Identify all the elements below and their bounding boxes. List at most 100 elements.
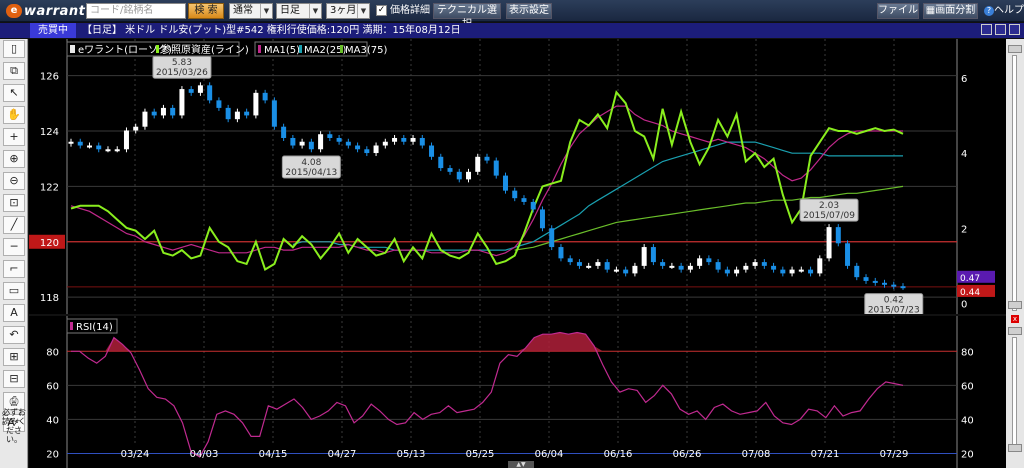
candle-body <box>549 228 555 248</box>
rsi-left-tick-label: 20 <box>46 449 59 460</box>
notice-link[interactable]: ⚠ 必ずお読みください。 <box>2 399 26 444</box>
annotation-date: 2015/07/09 <box>803 211 855 221</box>
expand-handle-icon[interactable]: ▲▼ <box>508 461 534 468</box>
annotation-value: 4.08 <box>301 158 321 168</box>
zoom-out-icon[interactable]: ⊖ <box>3 172 25 190</box>
candle-body <box>687 265 693 270</box>
close-panel-icon[interactable]: x <box>1011 315 1019 323</box>
candle-body <box>567 258 573 263</box>
range-select[interactable]: 3ヶ月 ▼ <box>326 3 370 19</box>
rsi-scroll-track[interactable] <box>1012 337 1017 449</box>
notice-text: 必ずお読みください。 <box>2 408 26 444</box>
excel-export-icon[interactable]: ⊞ <box>3 348 25 366</box>
x-tick-label: 03/24 <box>121 449 150 460</box>
undo-icon[interactable]: ↶ <box>3 326 25 344</box>
candle-body <box>410 137 416 142</box>
candle-body <box>170 107 176 116</box>
code-search-input[interactable]: コード/銘柄名 <box>86 3 186 19</box>
candle-body <box>872 280 878 283</box>
right-tick-label: 4 <box>961 149 967 160</box>
candle-body <box>650 247 656 263</box>
file-button[interactable]: ファイル <box>877 3 919 19</box>
rsi-right-tick-label: 60 <box>961 381 974 392</box>
zoom-fit-icon[interactable]: ⊡ <box>3 194 25 212</box>
candle-body <box>900 286 906 289</box>
crosshair-tool-icon[interactable]: + <box>3 128 25 146</box>
check-icon: ✓ <box>377 5 386 15</box>
status-badge: 売買中 <box>30 23 76 38</box>
mode-select[interactable]: 通常 ▼ <box>229 3 273 19</box>
technical-select-button[interactable]: テクニカル選択 <box>433 3 501 30</box>
candle-body <box>817 258 823 274</box>
candle-body <box>207 85 213 101</box>
candle-body <box>160 107 166 116</box>
candle-body <box>123 130 129 150</box>
candle-body <box>678 265 684 270</box>
fibonacci-icon[interactable]: ⌐ <box>3 260 25 278</box>
candle-body <box>318 134 324 150</box>
x-tick-label: 06/04 <box>535 449 564 460</box>
hand-tool-icon[interactable]: ✋ <box>3 106 25 124</box>
price-detail-checkbox[interactable]: ✓ <box>376 5 387 16</box>
ref-current-value: 0.47 <box>960 274 980 284</box>
price-chart[interactable]: 5.832015/03/264.082015/04/132.032015/07/… <box>29 39 1006 314</box>
right-tick-label: 6 <box>961 74 967 85</box>
top-toolbar: e warrant コード/銘柄名 検 索 通常 ▼ 日足 ▼ 3ヶ月 ▼ ✓ … <box>0 0 1024 30</box>
left-tick-label: 122 <box>40 182 59 193</box>
chevron-down-icon: ▼ <box>260 4 272 18</box>
csv-export-icon[interactable]: ⊟ <box>3 370 25 388</box>
x-tick-label: 06/26 <box>673 449 702 460</box>
display-settings-button[interactable]: 表示設定 <box>506 3 552 19</box>
candle-body <box>798 269 804 272</box>
rsi-chart[interactable]: 03/24 04/03 04/15 04/27 05/13 05/25 06/04 06/16… <box>29 316 1006 468</box>
candle-body <box>586 265 592 268</box>
horizontal-line-icon[interactable]: ─ <box>3 238 25 256</box>
rectangle-tool-icon[interactable]: ▭ <box>3 282 25 300</box>
rsi-right-tick-label: 40 <box>961 415 974 426</box>
candle-body <box>669 265 675 268</box>
scroll-top-handle[interactable] <box>1008 45 1022 53</box>
candle-body <box>530 201 536 210</box>
candle-body <box>114 149 120 152</box>
minimize-icon[interactable] <box>995 24 1006 35</box>
candle-body <box>401 137 407 142</box>
rsi-left-tick-label: 80 <box>46 347 59 358</box>
rsi-chart-background <box>29 316 1006 468</box>
x-tick-label: 07/08 <box>742 449 771 460</box>
pointer-tool-icon[interactable]: ↖ <box>3 84 25 102</box>
copy-icon[interactable]: ⧉ <box>3 62 25 80</box>
candle-body <box>308 141 314 150</box>
candle-body <box>86 145 92 148</box>
candle-body <box>216 100 222 108</box>
rsi-scroll-bottom-handle[interactable] <box>1008 444 1022 452</box>
rsi-scroll-top-handle[interactable] <box>1008 327 1022 335</box>
price-scroll-track[interactable] <box>1012 55 1017 311</box>
close-icon[interactable] <box>1009 24 1020 35</box>
period-select[interactable]: 日足 ▼ <box>276 3 322 19</box>
x-tick-label: 07/29 <box>880 449 909 460</box>
new-document-icon[interactable]: ▯ <box>3 40 25 58</box>
help-link[interactable]: ? ヘルプ <box>984 5 1024 17</box>
legend-swatch <box>258 45 261 53</box>
candle-body <box>715 262 721 270</box>
scroll-bottom-handle[interactable] <box>1008 301 1022 309</box>
logo-mark: e <box>6 4 22 18</box>
candle-body <box>623 269 629 274</box>
help-icon: ? <box>984 6 994 16</box>
text-tool-icon[interactable]: A <box>3 304 25 322</box>
split-screen-button[interactable]: ▦画面分割 <box>923 3 978 19</box>
candle-body <box>382 141 388 146</box>
warrant-logo: e warrant <box>6 3 85 19</box>
legend-swatch <box>340 45 343 53</box>
legend-reference: 参照原資産(ライン) <box>161 43 249 56</box>
legend-swatch <box>70 322 73 330</box>
zoom-in-icon[interactable]: ⊕ <box>3 150 25 168</box>
trend-line-icon[interactable]: ╱ <box>3 216 25 234</box>
candle-body <box>613 269 619 272</box>
restore-icon[interactable] <box>981 24 992 35</box>
candle-body <box>826 227 832 259</box>
search-button[interactable]: 検 索 <box>188 3 224 19</box>
candle-body <box>576 262 582 266</box>
candle-body <box>68 141 74 144</box>
chevron-down-icon: ▼ <box>357 4 369 18</box>
